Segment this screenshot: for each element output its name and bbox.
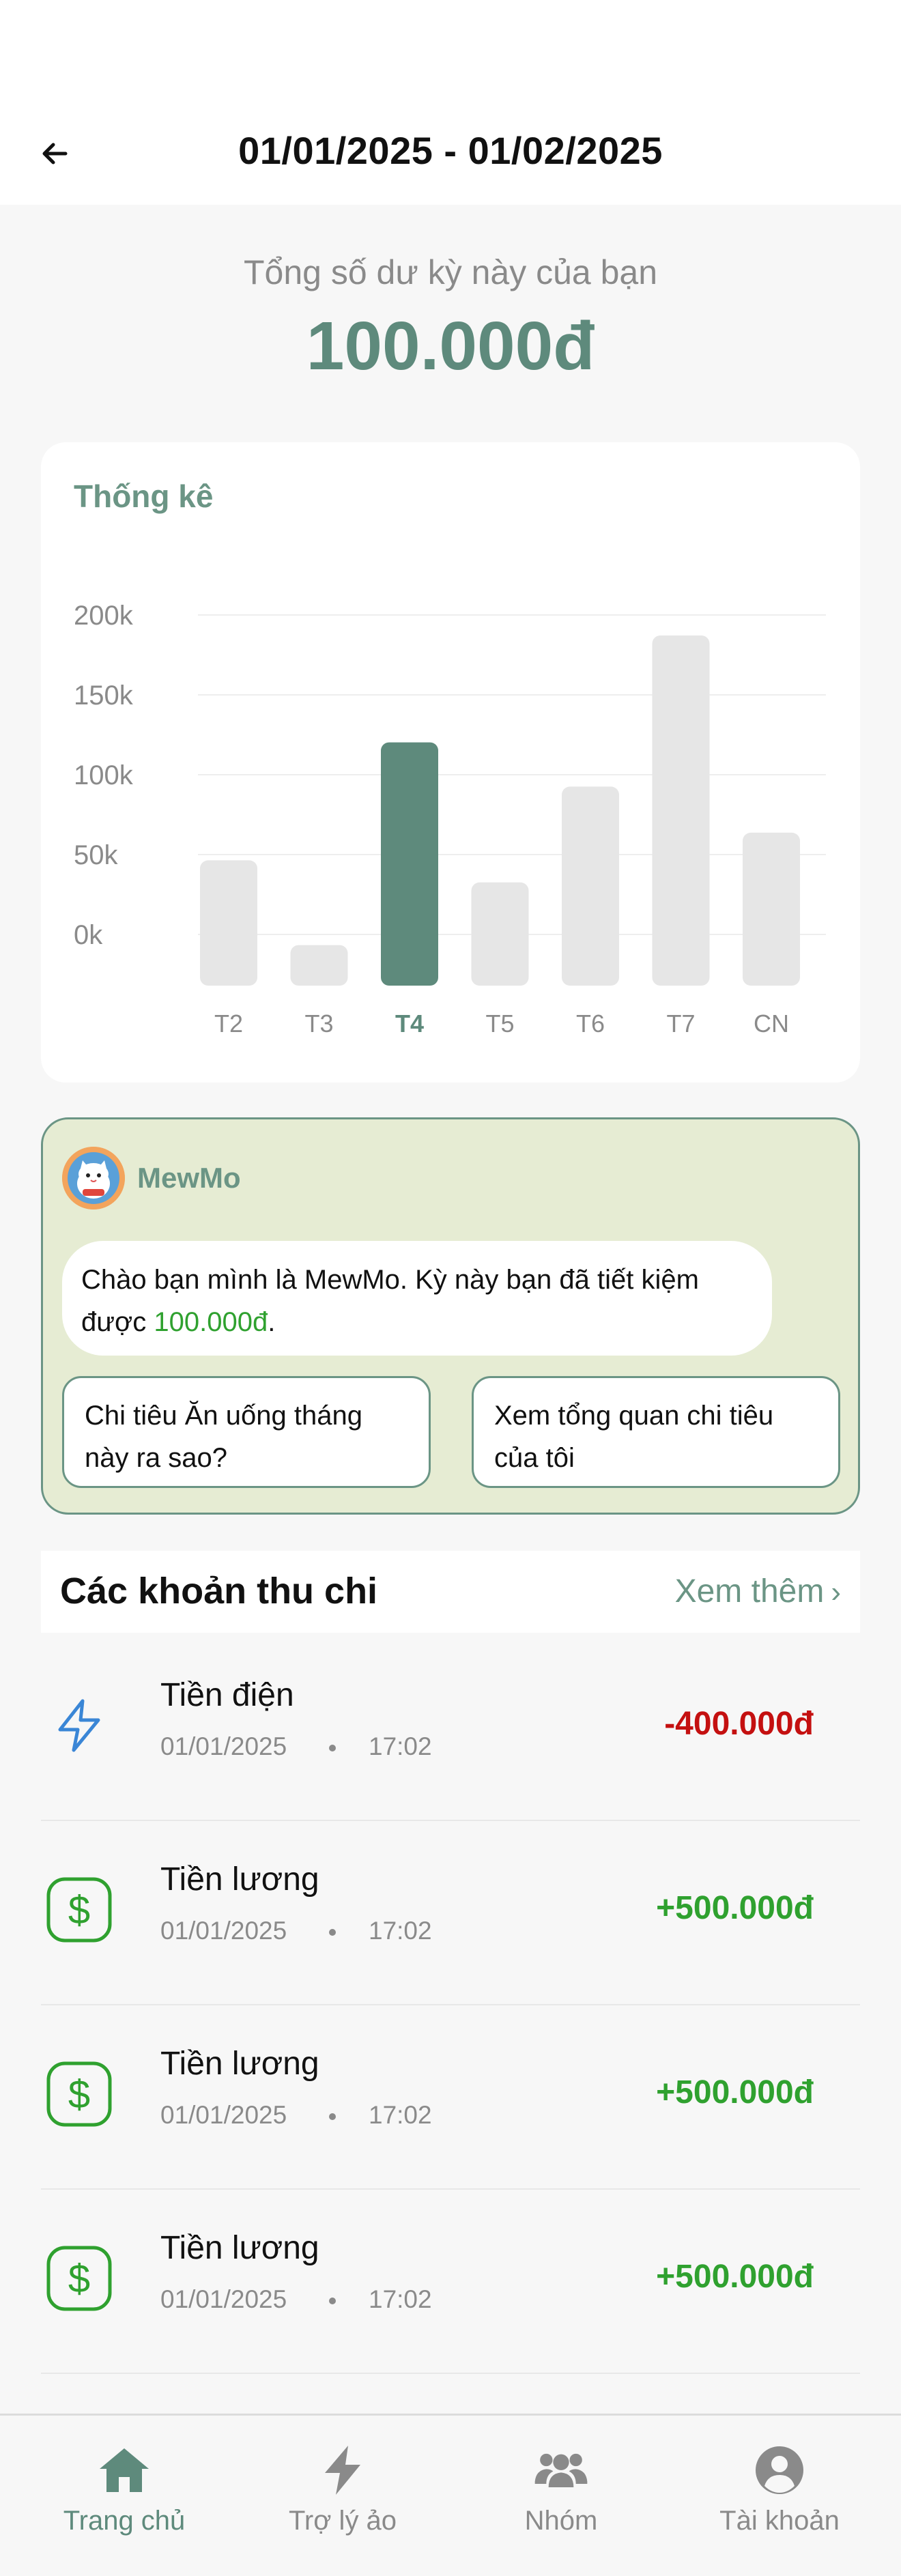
lightning-icon [44,1690,115,1761]
transaction-name: Tiền điện [160,1677,294,1713]
x-tick-label: T6 [576,1010,605,1037]
transaction-time: 17:02 [369,1917,432,1945]
y-tick-label: 50k [74,840,118,870]
bar-t4[interactable] [381,742,438,986]
transaction-amount: +500.000đ [656,2259,814,2295]
suggestion-food-spending[interactable]: Chi tiêu Ăn uống tháng này ra sao? [62,1376,431,1488]
x-tick-label: T4 [395,1010,424,1037]
bar-t3[interactable] [290,945,348,986]
balance-label: Tổng số dư kỳ này của bạn [243,253,658,291]
transaction-date: 01/01/2025 [160,2101,287,2129]
x-tick-label: T3 [304,1010,333,1037]
stats-card: Thống kê 200k 150k 100k 50k 0k T2 T3 T4 T5 T6 T7 CN [41,442,860,1083]
bar-t6[interactable] [562,786,619,986]
svg-text:$: $ [68,2072,90,2117]
x-tick-label: CN [754,1010,789,1037]
separator-dot [329,1745,336,1751]
nav-account[interactable]: Tài khoản [667,2443,892,2552]
x-tick-label: T2 [214,1010,243,1037]
bar-t5[interactable] [471,882,529,986]
bar-cn[interactable] [743,832,800,986]
bar-chart: 200k 150k 100k 50k 0k T2 T3 T4 T5 T6 T7 CN [74,601,826,1037]
page-title: 01/01/2025 - 01/02/2025 [238,129,663,172]
separator-dot [329,1929,336,1936]
lightning-icon [315,2443,370,2498]
transaction-date: 01/01/2025 [160,2285,287,2313]
assistant-message-amount: 100.000đ [154,1307,268,1337]
transaction-row[interactable]: $ Tiền lương 01/01/2025 17:02 +500.000đ [41,2005,860,2190]
transaction-date: 01/01/2025 [160,1917,287,1945]
x-tick-label: T7 [666,1010,695,1037]
y-tick-label: 200k [74,601,134,631]
bar-t7[interactable] [652,635,710,986]
nav-assistant-label: Trợ lý ảo [288,2506,397,2536]
bottom-nav: Trang chủ Trợ lý ảo Nhóm Tài khoản [0,2414,901,2576]
separator-dot [329,2298,336,2304]
y-tick-label: 100k [74,760,134,790]
y-tick-label: 0k [74,920,103,950]
assistant-message: Chào bạn mình là MewMo. Kỳ này bạn đã ti… [62,1241,772,1356]
x-tick-label: T5 [485,1010,514,1037]
transaction-time: 17:02 [369,1732,432,1760]
nav-group[interactable]: Nhóm [448,2443,674,2552]
see-more-link[interactable]: Xem thêm › [675,1573,841,1610]
bar-t2[interactable] [200,860,257,986]
chevron-right-icon: › [831,1575,841,1609]
transactions-title: Các khoản thu chi [60,1571,378,1612]
y-tick-label: 150k [74,681,134,711]
header: 01/01/2025 - 01/02/2025 [0,0,901,205]
nav-home[interactable]: Trang chủ [12,2443,237,2552]
transaction-amount: +500.000đ [656,2074,814,2110]
nav-home-label: Trang chủ [63,2506,186,2536]
assistant-card: MewMo Chào bạn mình là MewMo. Kỳ này bạn… [41,1117,860,1515]
nav-group-label: Nhóm [524,2506,598,2536]
home-icon [97,2443,152,2498]
transactions-header: Các khoản thu chi Xem thêm › [41,1551,860,1633]
account-icon [752,2443,807,2498]
dollar-icon: $ [44,1874,115,1945]
assistant-avatar [62,1147,125,1210]
svg-text:$: $ [68,2257,90,2301]
transaction-time: 17:02 [369,2101,432,2129]
transaction-amount: +500.000đ [656,1890,814,1926]
dollar-icon: $ [44,2059,115,2130]
transaction-row[interactable]: $ Tiền lương 01/01/2025 17:02 +500.000đ [41,1821,860,2005]
suggestion-spending-overview[interactable]: Xem tổng quan chi tiêu của tôi [472,1376,840,1488]
transaction-row[interactable]: $ Tiền lương 01/01/2025 17:02 +500.000đ [41,2190,860,2374]
nav-assistant[interactable]: Trợ lý ảo [230,2443,455,2552]
assistant-message-end: . [268,1307,276,1337]
transaction-name: Tiền lương [160,1861,319,1898]
assistant-name: MewMo [137,1162,241,1194]
transaction-name: Tiền lương [160,2230,319,2266]
transaction-amount: -400.000đ [664,1706,814,1742]
transaction-row[interactable]: Tiền điện 01/01/2025 17:02 -400.000đ [41,1637,860,1821]
nav-account-label: Tài khoản [719,2506,840,2536]
separator-dot [329,2113,336,2120]
see-more-label: Xem thêm [674,1573,825,1609]
transaction-time: 17:02 [369,2285,432,2313]
transaction-date: 01/01/2025 [160,1732,287,1760]
transaction-name: Tiền lương [160,2046,319,2082]
svg-text:$: $ [68,1888,90,1932]
dollar-icon: $ [44,2243,115,2314]
group-icon [534,2443,588,2498]
balance-value: 100.000đ [306,308,595,384]
